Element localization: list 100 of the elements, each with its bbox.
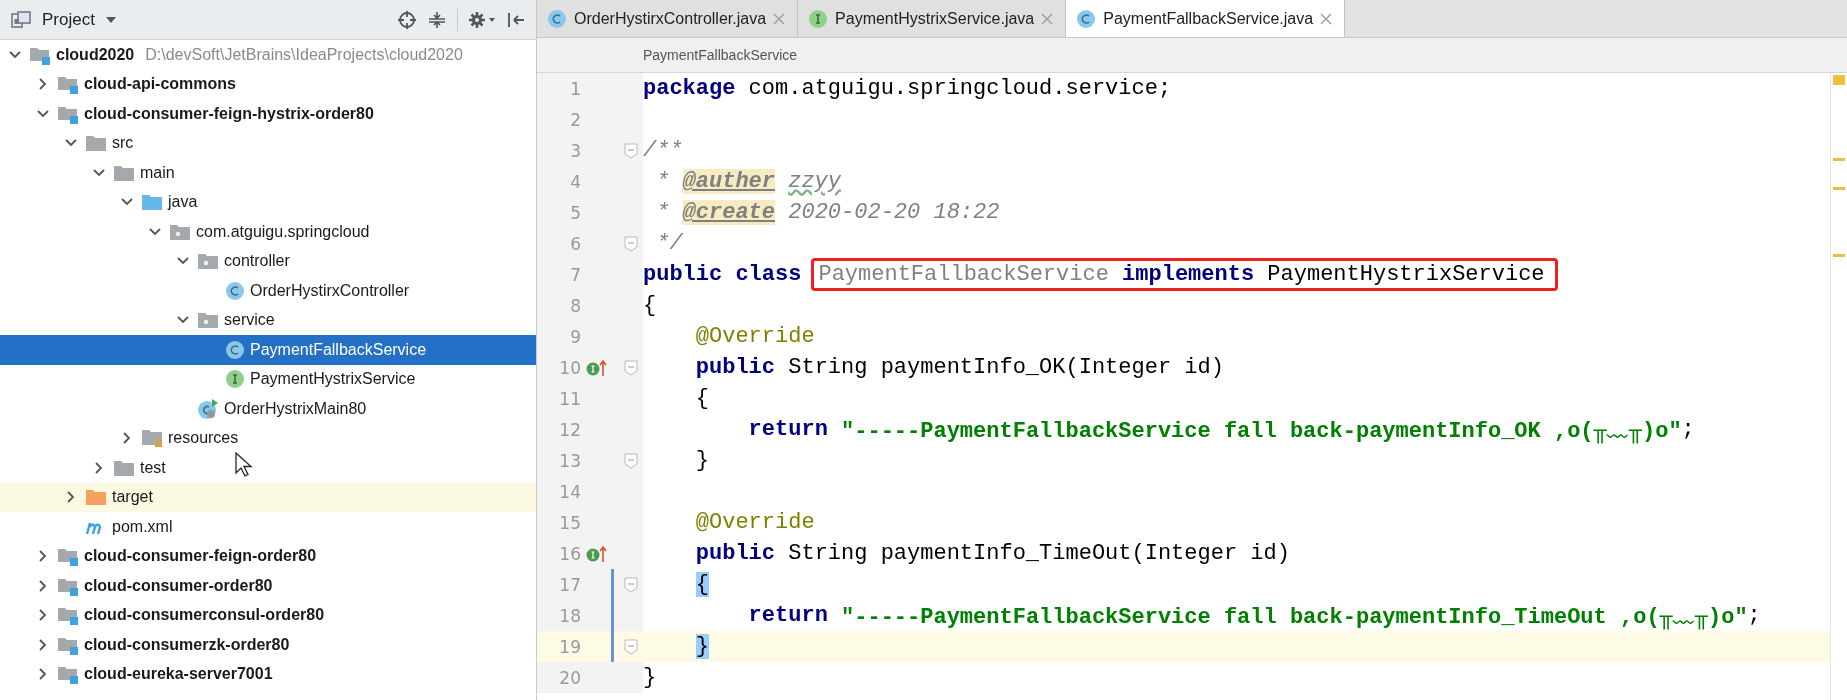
tree-item-label: com.atguigu.springcloud — [196, 222, 370, 241]
tree-item[interactable]: cloud-consumerconsul-order80 — [0, 600, 536, 630]
code-token: "-----PaymentFallbackService fall back-paymentInfo_OK ,o(╥﹏╥)o" — [841, 417, 1682, 445]
code-token: public — [694, 541, 776, 566]
editor-tab[interactable]: PaymentFallbackService.java — [1066, 0, 1346, 37]
module-folder-icon — [57, 74, 79, 95]
tree-item-label: main — [140, 163, 175, 182]
tree-item[interactable]: pom.xml — [0, 512, 536, 542]
close-icon[interactable] — [1320, 12, 1333, 25]
code-token: @Override — [694, 324, 815, 349]
tree-item-label: resources — [168, 429, 239, 448]
class-icon — [1076, 8, 1097, 29]
folder-icon — [113, 458, 135, 477]
highlight-box: PaymentFallbackService implements PaymentHystrixService — [811, 258, 1558, 291]
code-token: } — [695, 634, 709, 659]
fold-marker-icon[interactable] — [624, 576, 638, 593]
folder-icon — [113, 163, 135, 182]
line-number: 20 — [558, 667, 581, 688]
locate-icon[interactable] — [397, 9, 417, 30]
project-icon — [10, 9, 32, 30]
line-number: 17 — [558, 574, 581, 595]
line-number: 10 — [558, 357, 581, 378]
class-icon — [225, 280, 245, 301]
tree-item[interactable]: cloud-consumer-feign-hystrix-order80 — [0, 99, 536, 129]
interface-icon — [808, 8, 829, 29]
resources-folder-icon — [141, 428, 163, 449]
line-number: 9 — [569, 326, 581, 347]
tree-item[interactable]: target — [0, 482, 536, 512]
fold-marker-icon[interactable] — [624, 142, 638, 159]
line-number: 7 — [569, 264, 581, 285]
caret-icon[interactable] — [104, 15, 117, 24]
code-token: String paymentInfo_TimeOut(Integer id) — [787, 541, 1290, 566]
tree-item-label: controller — [224, 252, 290, 271]
package-folder-icon — [169, 222, 191, 241]
fold-marker-icon[interactable] — [624, 235, 638, 252]
tree-item[interactable]: resources — [0, 423, 536, 453]
tree-item-label: test — [140, 458, 166, 477]
fold-marker-icon[interactable] — [624, 452, 638, 469]
tree-item[interactable]: src — [0, 128, 536, 158]
collapse-icon[interactable] — [427, 9, 447, 30]
code-token: zzyy — [788, 169, 842, 194]
line-number: 1 — [569, 78, 581, 99]
code-token: * — [655, 169, 671, 194]
fold-marker-icon[interactable] — [624, 638, 638, 655]
line-number: 11 — [558, 388, 581, 409]
implements-marker-icon[interactable] — [585, 357, 607, 378]
class-icon — [547, 8, 567, 29]
tree-item[interactable]: cloud-eureka-server7001 — [0, 659, 536, 689]
tree-item[interactable]: cloud-consumer-order80 — [0, 571, 536, 601]
panel-title[interactable]: Project — [42, 9, 95, 30]
tree-item[interactable]: cloud-consumerzk-order80 — [0, 630, 536, 660]
module-folder-icon — [57, 605, 79, 626]
change-marker[interactable] — [611, 569, 614, 600]
tab-label: PaymentFallbackService.java — [1103, 9, 1314, 28]
line-number: 15 — [558, 512, 581, 533]
tree-item[interactable]: java — [0, 187, 536, 217]
code-token: ; — [1681, 417, 1695, 442]
code-token: } — [694, 448, 709, 473]
tree-item[interactable]: PaymentFallbackService — [0, 335, 536, 365]
tree-item-label: cloud-consumer-feign-hystrix-order80 — [84, 104, 374, 123]
line-number: 14 — [558, 481, 581, 502]
line-number: 16 — [558, 543, 581, 564]
tab-label: PaymentHystrixService.java — [835, 9, 1035, 28]
tree-item[interactable]: main — [0, 158, 536, 188]
tree-item-label: service — [224, 311, 275, 330]
tree-item[interactable]: com.atguigu.springcloud — [0, 217, 536, 247]
code-token: @auther — [682, 169, 776, 194]
tree-item-label: PaymentFallbackService — [250, 340, 427, 359]
change-marker[interactable] — [611, 631, 614, 662]
tree-item[interactable]: cloud2020 D:\devSoft\JetBrains\IdeaProjects\cloud2020 — [0, 40, 536, 70]
tree-item[interactable]: PaymentHystrixService — [0, 364, 536, 394]
tree-item[interactable]: cloud-consumer-feign-order80 — [0, 541, 536, 571]
tree-item-label: cloud-consumer-order80 — [84, 576, 273, 595]
code-token: { — [694, 386, 709, 411]
tree-item[interactable]: test — [0, 453, 536, 483]
tree-item-label: cloud2020 — [56, 45, 135, 64]
interface-icon — [225, 369, 245, 390]
code-token: } — [643, 665, 657, 690]
tree-item-label: cloud-consumer-feign-order80 — [84, 547, 317, 566]
folder-icon — [85, 488, 107, 507]
tree-item[interactable]: OrderHystirxController — [0, 276, 536, 306]
breadcrumb[interactable]: PaymentFallbackService — [643, 47, 798, 63]
tree-item-label: OrderHystrixMain80 — [224, 399, 367, 418]
code-token: 2020-02-20 18:22 — [787, 200, 1000, 225]
line-number: 5 — [569, 202, 581, 223]
tree-item[interactable]: OrderHystrixMain80 — [0, 394, 536, 424]
implements-marker-icon[interactable] — [585, 543, 607, 564]
code-token: return — [747, 603, 829, 628]
change-marker[interactable] — [611, 600, 614, 631]
tree-item[interactable]: controller — [0, 246, 536, 276]
folder-icon — [141, 193, 163, 212]
code-token: { — [643, 293, 657, 318]
spring-class-icon — [197, 397, 219, 420]
tree-item[interactable]: service — [0, 305, 536, 335]
tree-item[interactable]: cloud-api-commons — [0, 69, 536, 99]
fold-marker-icon[interactable] — [624, 359, 638, 376]
settings-icon[interactable] — [468, 9, 496, 30]
package-folder-icon — [197, 311, 219, 330]
tree-item-label: target — [112, 488, 153, 507]
tree-item-label: OrderHystirxController — [250, 281, 410, 300]
